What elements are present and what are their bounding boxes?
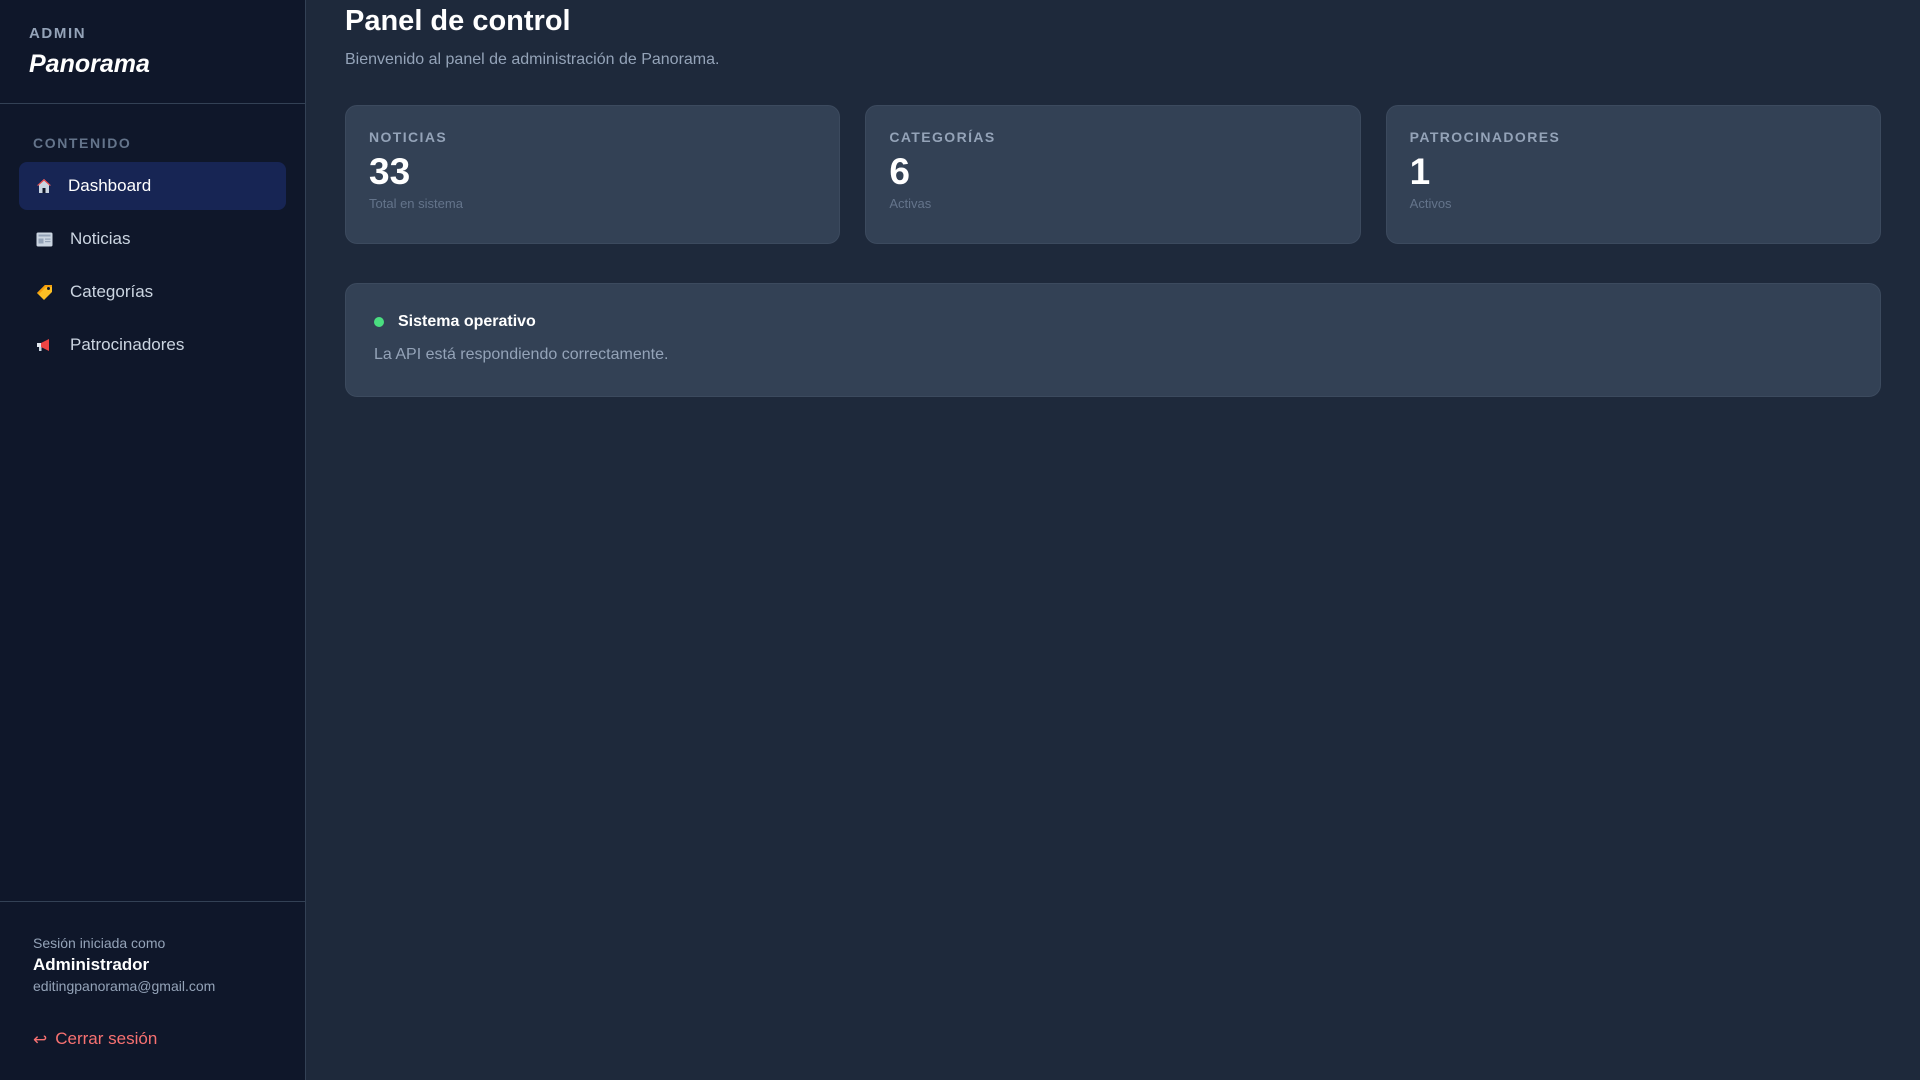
session-email: editingpanorama@gmail.com — [33, 978, 216, 994]
sidebar-item-noticias[interactable]: Noticias — [19, 215, 286, 263]
status-title: Sistema operativo — [398, 313, 536, 330]
page-subtitle: Bienvenido al panel de administración de… — [345, 51, 720, 68]
sidebar-item-label: Categorías — [70, 282, 154, 301]
stat-note: Activas — [889, 196, 932, 211]
status-dot-icon — [374, 317, 384, 327]
sidebar-item-dashboard[interactable]: Dashboard — [19, 162, 286, 210]
nav-section-label: CONTENIDO — [33, 135, 132, 151]
stats-cards: NOTICIAS 33 Total en sistema CATEGORÍAS … — [345, 105, 1881, 244]
status-header: Sistema operativo — [374, 313, 1852, 331]
sidebar-item-label: Dashboard — [68, 176, 152, 195]
home-icon — [35, 177, 53, 195]
sidebar-item-patrocinadores[interactable]: Patrocinadores — [19, 321, 286, 369]
stat-value: 6 — [889, 151, 910, 192]
stat-value: 33 — [369, 151, 411, 192]
stat-label: CATEGORÍAS — [889, 129, 996, 145]
sidebar-nav: Dashboard Noticias Categorías Patrocinad… — [0, 162, 305, 374]
stat-card-noticias: NOTICIAS 33 Total en sistema — [345, 105, 841, 244]
newspaper-icon — [35, 230, 53, 248]
megaphone-icon — [35, 336, 53, 354]
main-content: Panel de control Bienvenido al panel de … — [306, 0, 1920, 1080]
sidebar-item-categorias[interactable]: Categorías — [19, 268, 286, 316]
sidebar-item-label: Noticias — [70, 229, 131, 248]
brand-subtitle: ADMIN — [29, 25, 87, 42]
stat-value: 1 — [1409, 151, 1431, 192]
session-label: Sesión iniciada como — [33, 935, 166, 951]
stat-card-patrocinadores: PATROCINADORES 1 Activos — [1385, 105, 1881, 244]
status-text: La API está respondiendo correctamente. — [374, 346, 669, 363]
brand-name: Panorama — [29, 50, 150, 78]
stat-label: NOTICIAS — [369, 129, 448, 145]
stat-note: Activos — [1409, 196, 1452, 211]
logout-label: Cerrar sesión — [55, 1029, 158, 1048]
session-panel: Sesión iniciada como Administrador editi… — [0, 901, 305, 1080]
page-title: Panel de control — [345, 5, 571, 37]
stat-card-categorias: CATEGORÍAS 6 Activas — [865, 105, 1361, 244]
logout-arrow-icon: ↩ — [33, 1029, 48, 1049]
brand: ADMIN Panorama — [0, 0, 305, 104]
logout-button[interactable]: ↩ Cerrar sesión — [33, 1029, 163, 1049]
stat-note: Total en sistema — [369, 196, 463, 211]
stat-label: PATROCINADORES — [1409, 129, 1561, 145]
session-user: Administrador — [33, 955, 150, 974]
sidebar: ADMIN Panorama CONTENIDO Dashboard Notic… — [0, 0, 306, 1080]
sidebar-item-label: Patrocinadores — [70, 335, 185, 354]
app-root: ADMIN Panorama CONTENIDO Dashboard Notic… — [0, 0, 1920, 1080]
system-status-panel: Sistema operativo La API está respondien… — [345, 283, 1881, 397]
tag-icon — [35, 283, 53, 301]
